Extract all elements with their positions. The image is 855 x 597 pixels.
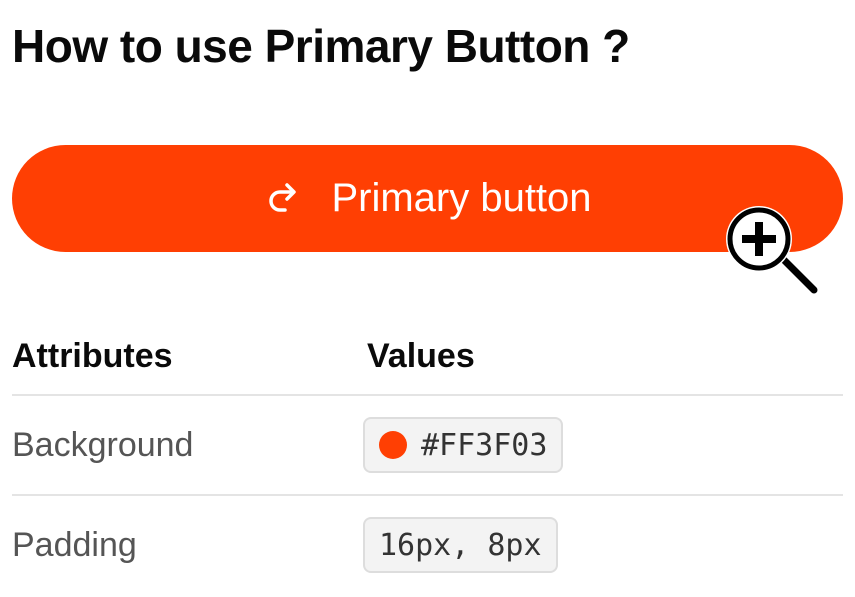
table-header-row: Attributes Values [12,318,843,396]
value-chip: 16px, 8px [363,517,558,573]
attribute-name: Background [12,425,194,464]
primary-button[interactable]: Primary button [12,145,843,252]
value-text: #FF3F03 [421,427,548,463]
table-row: Background #FF3F03 [12,396,843,496]
attribute-name: Padding [12,525,137,564]
column-header-attributes: Attributes [12,336,173,375]
value-text: 16px, 8px [379,527,542,563]
attributes-table: Attributes Values Background #FF3F03 Pad… [12,318,843,594]
zoom-in-icon[interactable] [722,206,824,300]
primary-button-label: Primary button [331,176,592,220]
redo-icon [263,179,303,219]
page-title: How to use Primary Button ? [12,20,630,72]
color-swatch [379,431,407,459]
column-header-values: Values [367,336,475,375]
value-chip: #FF3F03 [363,417,564,473]
table-row: Padding 16px, 8px [12,496,843,594]
